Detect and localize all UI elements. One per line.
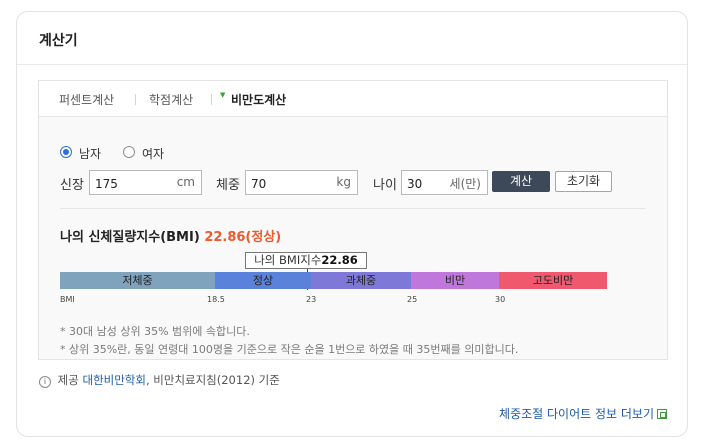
bmi-marker-label: 나의 BMI지수 (254, 253, 322, 267)
gender-male-radio[interactable] (60, 146, 72, 158)
title-divider (17, 64, 687, 65)
tab-bmi[interactable]: 비만도계산 (231, 91, 286, 108)
gender-male-label[interactable]: 남자 (79, 145, 101, 162)
height-input[interactable]: 175 cm (89, 170, 202, 195)
bmi-marker-value: 22.86 (321, 253, 358, 267)
percentile-explanation: * 상위 35%란, 동일 연령대 100명을 기준으로 작은 순을 1번으로 … (60, 343, 519, 356)
source-credit: i 제공 대한비만학회, 비만치료지침(2012) 기준 (39, 372, 280, 388)
height-value: 175 (95, 177, 118, 191)
more-info-label[interactable]: 체중조절 다이어트 정보 더보기 (499, 407, 654, 421)
bmi-marker-box: 나의 BMI지수22.86 (245, 252, 367, 269)
age-unit: 세(만) (449, 177, 481, 191)
bmi-tick: 23 (306, 295, 317, 304)
external-link-icon (657, 409, 667, 419)
info-icon: i (39, 376, 51, 388)
weight-input[interactable]: 70 kg (245, 170, 358, 195)
source-provider-link[interactable]: 대한비만학회 (82, 373, 145, 387)
calculator-panel: 퍼센트계산 학점계산 ▼ 비만도계산 남자 여자 신장 175 cm 체중 70… (38, 80, 668, 360)
calculator-tabs: 퍼센트계산 학점계산 ▼ 비만도계산 (39, 81, 667, 117)
percentile-note: * 30대 남성 상위 35% 범위에 속합니다. (60, 325, 250, 338)
weight-label: 체중 (216, 178, 240, 193)
tab-separator (211, 94, 212, 105)
form-divider (60, 208, 646, 209)
tab-grade[interactable]: 학점계산 (149, 91, 193, 108)
gender-female-label[interactable]: 여자 (142, 145, 164, 162)
age-label: 나이 (373, 178, 397, 193)
bmi-band-obese: 비만 (411, 272, 499, 289)
weight-value: 70 (251, 177, 267, 191)
height-unit: cm (176, 175, 195, 189)
bmi-tick: BMI (60, 295, 75, 304)
bmi-band-underweight: 저체중 (60, 272, 215, 289)
gender-female-radio[interactable] (123, 146, 135, 158)
age-value: 30 (407, 177, 423, 191)
bmi-result: 나의 신체질량지수(BMI) 22.86(정상) (60, 226, 281, 245)
bmi-band-normal: 정상 (215, 272, 311, 289)
more-info-link[interactable]: 체중조절 다이어트 정보 더보기 (499, 405, 667, 422)
source-prefix: 제공 (57, 373, 79, 387)
bmi-tick: 18.5 (207, 295, 225, 304)
bmi-band-severely-obese: 고도비만 (499, 272, 607, 289)
bmi-tick: 25 (407, 295, 418, 304)
age-input[interactable]: 30 세(만) (401, 170, 488, 195)
bmi-band-overweight: 과체중 (311, 272, 411, 289)
height-label: 신장 (60, 178, 84, 193)
bmi-result-label: 나의 신체질량지수(BMI) (60, 230, 200, 245)
tab-separator (135, 94, 136, 105)
source-suffix: , 비만치료지침(2012) 기준 (145, 373, 280, 387)
weight-unit: kg (336, 175, 351, 189)
bmi-result-value: 22.86(정상) (204, 230, 282, 245)
reset-button[interactable]: 초기화 (555, 171, 612, 192)
bmi-tick: 30 (495, 295, 506, 304)
calculator-card: 계산기 퍼센트계산 학점계산 ▼ 비만도계산 남자 여자 신장 175 cm 체… (16, 11, 688, 437)
tab-percent[interactable]: 퍼센트계산 (59, 91, 114, 108)
card-title: 계산기 (39, 33, 78, 49)
calculate-button[interactable]: 계산 (492, 171, 550, 192)
active-tab-arrow-icon: ▼ (220, 91, 226, 99)
